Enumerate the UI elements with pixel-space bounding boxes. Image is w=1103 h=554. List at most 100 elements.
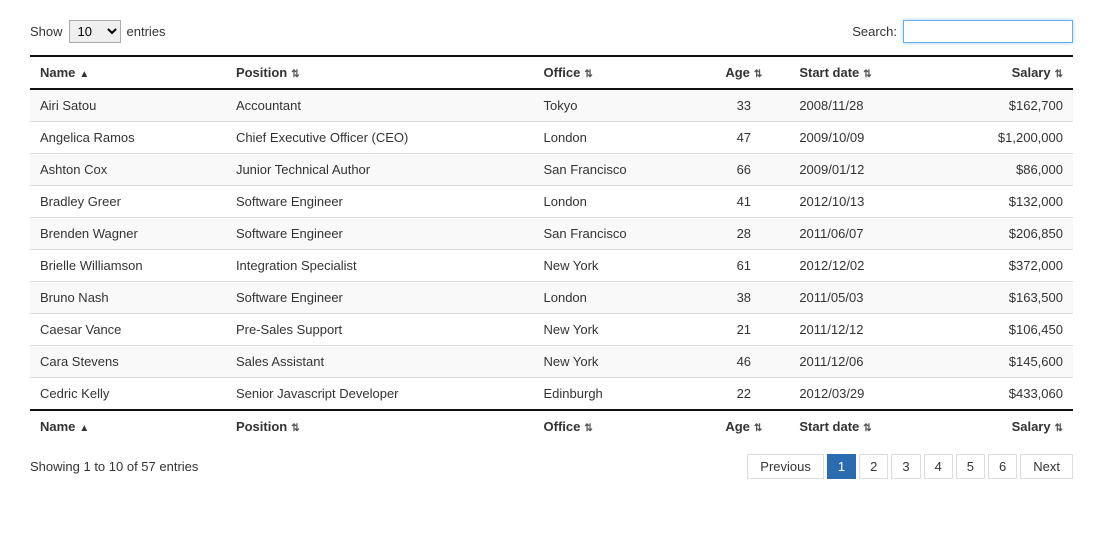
page-button-3[interactable]: 3: [891, 454, 920, 479]
cell-name: Bruno Nash: [30, 282, 226, 314]
cell-name: Cedric Kelly: [30, 378, 226, 411]
cell-position: Junior Technical Author: [226, 154, 534, 186]
header-salary[interactable]: Salary⇅: [937, 56, 1073, 89]
header-salary[interactable]: Salary ⇅: [937, 410, 1073, 442]
table-row: Cedric KellySenior Javascript DeveloperE…: [30, 378, 1073, 411]
cell-salary: $1,200,000: [937, 122, 1073, 154]
cell-office: London: [534, 122, 699, 154]
sort-icon-salary: ⇅: [1055, 423, 1063, 434]
showing-text: Showing 1 to 10 of 57 entries: [30, 459, 198, 474]
cell-start_date: 2012/03/29: [789, 378, 937, 411]
cell-position: Software Engineer: [226, 186, 534, 218]
header-label-start_date: Start date: [799, 65, 859, 80]
cell-start_date: 2011/12/06: [789, 346, 937, 378]
header-label-age: Age: [725, 65, 750, 80]
page-button-2[interactable]: 2: [859, 454, 888, 479]
header-age[interactable]: Age⇅: [698, 56, 789, 89]
header-name[interactable]: Name▲: [30, 410, 226, 442]
header-label-start_date: Start date: [799, 419, 859, 434]
entries-select[interactable]: 102550100: [69, 20, 121, 43]
cell-salary: $86,000: [937, 154, 1073, 186]
search-input[interactable]: [903, 20, 1073, 43]
header-label-salary: Salary: [1012, 65, 1051, 80]
cell-name: Angelica Ramos: [30, 122, 226, 154]
cell-age: 28: [698, 218, 789, 250]
cell-salary: $106,450: [937, 314, 1073, 346]
show-label: Show: [30, 24, 63, 39]
header-label-position: Position: [236, 65, 287, 80]
sort-icon-start_date: ⇅: [863, 69, 871, 80]
cell-age: 21: [698, 314, 789, 346]
cell-position: Chief Executive Officer (CEO): [226, 122, 534, 154]
page-button-1[interactable]: 1: [827, 454, 856, 479]
table-row: Bradley GreerSoftware EngineerLondon4120…: [30, 186, 1073, 218]
table-row: Brielle WilliamsonIntegration Specialist…: [30, 250, 1073, 282]
table-row: Bruno NashSoftware EngineerLondon382011/…: [30, 282, 1073, 314]
cell-position: Senior Javascript Developer: [226, 378, 534, 411]
cell-name: Brielle Williamson: [30, 250, 226, 282]
header-age[interactable]: Age⇅: [698, 410, 789, 442]
entries-label: entries: [127, 24, 166, 39]
cell-age: 33: [698, 89, 789, 122]
page-button-6[interactable]: 6: [988, 454, 1017, 479]
cell-start_date: 2009/01/12: [789, 154, 937, 186]
cell-age: 22: [698, 378, 789, 411]
cell-name: Bradley Greer: [30, 186, 226, 218]
cell-age: 46: [698, 346, 789, 378]
cell-start_date: 2009/10/09: [789, 122, 937, 154]
cell-start_date: 2008/11/28: [789, 89, 937, 122]
cell-office: San Francisco: [534, 154, 699, 186]
cell-name: Airi Satou: [30, 89, 226, 122]
table-row: Cara StevensSales AssistantNew York46201…: [30, 346, 1073, 378]
cell-salary: $433,060: [937, 378, 1073, 411]
table-row: Brenden WagnerSoftware EngineerSan Franc…: [30, 218, 1073, 250]
search-label: Search:: [852, 24, 897, 39]
cell-salary: $163,500: [937, 282, 1073, 314]
cell-age: 61: [698, 250, 789, 282]
top-controls: Show 102550100 entries Search:: [30, 20, 1073, 43]
header-office[interactable]: Office⇅: [534, 410, 699, 442]
header-label-office: Office: [544, 419, 581, 434]
cell-name: Brenden Wagner: [30, 218, 226, 250]
header-label-name: Name: [40, 65, 75, 80]
cell-salary: $132,000: [937, 186, 1073, 218]
page-button-4[interactable]: 4: [924, 454, 953, 479]
header-name[interactable]: Name▲: [30, 56, 226, 89]
bottom-controls: Showing 1 to 10 of 57 entries Previous12…: [30, 454, 1073, 479]
sort-icon-position: ⇅: [291, 423, 299, 434]
cell-office: Edinburgh: [534, 378, 699, 411]
prev-button[interactable]: Previous: [747, 454, 824, 479]
cell-start_date: 2012/12/02: [789, 250, 937, 282]
next-button[interactable]: Next: [1020, 454, 1073, 479]
cell-office: San Francisco: [534, 218, 699, 250]
cell-office: New York: [534, 346, 699, 378]
header-label-salary: Salary: [1012, 419, 1051, 434]
cell-name: Caesar Vance: [30, 314, 226, 346]
cell-salary: $145,600: [937, 346, 1073, 378]
table-header: Name▲Position⇅Office⇅Age⇅ Start date ⇅ Sala…: [30, 56, 1073, 89]
page-button-5[interactable]: 5: [956, 454, 985, 479]
header-label-age: Age: [725, 419, 750, 434]
table-row: Ashton CoxJunior Technical AuthorSan Fra…: [30, 154, 1073, 186]
table-body: Airi SatouAccountantTokyo332008/11/28$16…: [30, 89, 1073, 410]
header-label-position: Position: [236, 419, 287, 434]
cell-position: Software Engineer: [226, 218, 534, 250]
cell-office: New York: [534, 250, 699, 282]
data-table: Name▲Position⇅Office⇅Age⇅Start date⇅Sala…: [30, 55, 1073, 442]
table-row: Angelica RamosChief Executive Officer (C…: [30, 122, 1073, 154]
cell-age: 38: [698, 282, 789, 314]
cell-office: New York: [534, 314, 699, 346]
cell-position: Integration Specialist: [226, 250, 534, 282]
header-office[interactable]: Office⇅: [534, 56, 699, 89]
header-start_date[interactable]: Start date⇅: [789, 410, 937, 442]
footer-header-row: Name▲Position⇅Office⇅Age⇅Start date⇅Sala…: [30, 410, 1073, 442]
cell-salary: $162,700: [937, 89, 1073, 122]
cell-age: 41: [698, 186, 789, 218]
cell-salary: $206,850: [937, 218, 1073, 250]
header-position[interactable]: Position⇅: [226, 56, 534, 89]
cell-name: Ashton Cox: [30, 154, 226, 186]
header-position[interactable]: Position ⇅: [226, 410, 534, 442]
header-start_date[interactable]: Start date ⇅: [789, 56, 937, 89]
cell-start_date: 2012/10/13: [789, 186, 937, 218]
cell-position: Pre-Sales Support: [226, 314, 534, 346]
